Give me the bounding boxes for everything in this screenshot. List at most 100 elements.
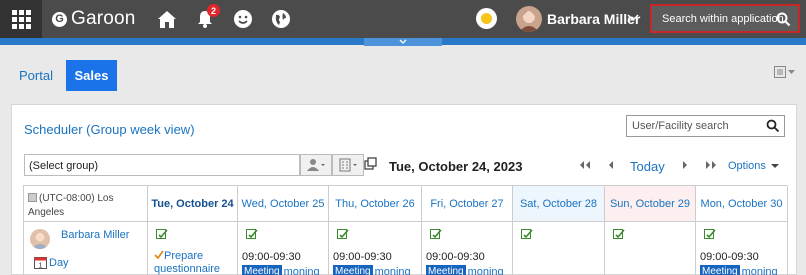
caret-down-icon [770, 164, 779, 168]
grid-icon [11, 9, 31, 29]
next-day-icon[interactable] [680, 159, 690, 171]
timezone-label: (UTC-08:00) Los Angeles [28, 193, 114, 218]
notifications-button[interactable]: 2 [190, 0, 220, 38]
add-event-icon[interactable] [246, 228, 258, 240]
presence-button[interactable] [228, 0, 258, 38]
event-title: moning [741, 265, 778, 275]
timezone-icon [28, 193, 37, 202]
event-item[interactable]: Meeting moning [333, 265, 411, 275]
day-column: Sat, October 28 [513, 186, 605, 275]
collapse-header-button[interactable] [364, 38, 442, 46]
day-view-label: Day [49, 256, 69, 269]
current-date: Tue, October 24, 2023 [389, 159, 523, 174]
day-column: Tue, October 24 Prepare questionnaire [148, 186, 238, 275]
app-menu-button[interactable] [0, 0, 42, 38]
user-facility-search-input[interactable]: User/Facility search [626, 115, 785, 137]
previous-week-icon[interactable] [578, 159, 592, 171]
add-event-icon[interactable] [156, 228, 168, 240]
home-icon [158, 10, 176, 28]
day-column: Fri, October 27 09:00-09:30 Meeting monin… [422, 186, 513, 275]
event-time: 09:00-09:30 [426, 251, 485, 263]
event-category-badge: Meeting [426, 265, 466, 275]
search-icon[interactable] [766, 119, 780, 133]
timezone-header: (UTC-08:00) Los Angeles [24, 186, 147, 222]
today-link[interactable]: Today [630, 159, 665, 174]
logo-mark: G [52, 11, 67, 27]
user-column: (UTC-08:00) Los Angeles Barbara Miller 1… [24, 186, 148, 275]
day-column: Mon, October 30 09:00-09:30 Meeting monin… [696, 186, 788, 275]
scheduler-portlet: Scheduler (Group week view) User/Facilit… [11, 104, 797, 275]
avatar[interactable] [30, 229, 50, 249]
globe-icon [272, 10, 290, 28]
app-search-input[interactable]: Search within application [650, 4, 800, 33]
todo-item[interactable]: Prepare questionnaire [154, 250, 237, 275]
list-icon [774, 66, 786, 78]
person-icon [307, 159, 325, 171]
event-time: 09:00-09:30 [333, 251, 392, 263]
tab-portal[interactable]: Portal [19, 68, 53, 83]
day-column: Wed, October 25 09:00-09:30 Meeting monin… [238, 186, 329, 275]
event-item[interactable]: Meeting moning [700, 265, 778, 275]
notification-badge: 2 [207, 4, 220, 17]
event-title: moning [374, 265, 411, 275]
add-event-icon[interactable] [704, 228, 716, 240]
group-select[interactable]: (Select group) [24, 154, 300, 176]
event-category-badge: Meeting [700, 265, 740, 275]
smile-icon [234, 10, 252, 28]
avatar[interactable] [516, 6, 542, 32]
home-button[interactable] [152, 0, 182, 38]
day-header[interactable]: Mon, October 30 [696, 186, 787, 222]
day-header[interactable]: Thu, October 26 [329, 186, 421, 222]
facility-select-button[interactable] [332, 154, 364, 176]
svg-text:1: 1 [39, 263, 43, 270]
day-header-today[interactable]: Tue, October 24 [148, 186, 237, 222]
calendar-icon: 1 [34, 257, 47, 270]
portlet-title[interactable]: Scheduler (Group week view) [24, 122, 195, 137]
event-time: 09:00-09:30 [242, 251, 301, 263]
day-column: Sun, October 29 [605, 186, 696, 275]
portal-menu-button[interactable] [774, 66, 795, 78]
week-calendar: (UTC-08:00) Los Angeles Barbara Miller 1… [23, 185, 788, 275]
todo-label: Prepare questionnaire [154, 250, 221, 275]
add-event-icon[interactable] [613, 228, 625, 240]
next-week-icon[interactable] [704, 159, 718, 171]
day-header-saturday[interactable]: Sat, October 28 [513, 186, 604, 222]
favorites-button[interactable] [266, 0, 296, 38]
user-select-button[interactable] [300, 154, 332, 176]
copy-icon[interactable] [364, 157, 378, 171]
facility-icon [339, 158, 357, 172]
chevron-down-icon [399, 39, 407, 44]
logo-text: Garoon [71, 8, 136, 29]
add-event-icon[interactable] [337, 228, 349, 240]
event-time: 09:00-09:30 [700, 251, 759, 263]
event-title: moning [283, 265, 320, 275]
user-name-link[interactable]: Barbara Miller [61, 229, 129, 241]
search-placeholder: Search within application [662, 12, 784, 25]
presence-indicator[interactable] [476, 8, 497, 29]
event-item[interactable]: Meeting moning [426, 265, 504, 275]
todo-icon [154, 250, 164, 260]
day-view-link[interactable]: 1 Day [34, 256, 69, 269]
event-item[interactable]: Meeting moning [242, 265, 320, 275]
search-icon[interactable] [776, 12, 791, 27]
caret-down-icon [788, 70, 795, 74]
status-dot-icon [481, 13, 492, 24]
top-bar: G Garoon 2 Barbara Miller Search within … [0, 0, 806, 38]
tab-sales[interactable]: Sales [66, 60, 117, 91]
add-event-icon[interactable] [430, 228, 442, 240]
day-header[interactable]: Wed, October 25 [238, 186, 328, 222]
options-label: Options [728, 160, 766, 172]
event-category-badge: Meeting [333, 265, 373, 275]
day-header-sunday[interactable]: Sun, October 29 [605, 186, 695, 222]
garoon-logo[interactable]: G Garoon [52, 8, 136, 30]
day-header[interactable]: Fri, October 27 [422, 186, 512, 222]
options-menu[interactable]: Options [728, 160, 780, 172]
event-title: moning [467, 265, 504, 275]
add-event-icon[interactable] [521, 228, 533, 240]
chevron-down-icon[interactable] [627, 10, 639, 26]
previous-day-icon[interactable] [606, 159, 616, 171]
day-column: Thu, October 26 09:00-09:30 Meeting monin… [329, 186, 422, 275]
event-category-badge: Meeting [242, 265, 282, 275]
search-placeholder: User/Facility search [632, 120, 729, 132]
group-select-value: (Select group) [29, 160, 99, 172]
